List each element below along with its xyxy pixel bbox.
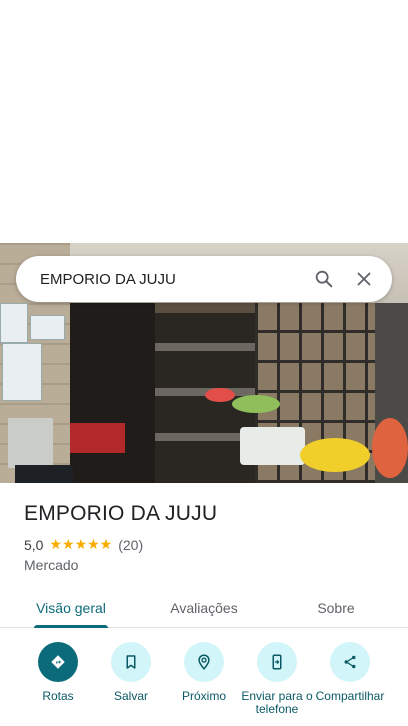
nearby-icon (184, 642, 224, 682)
place-category: Mercado (24, 557, 79, 573)
search-icon[interactable] (304, 259, 344, 299)
tab-active-indicator (34, 625, 108, 628)
photo-poster (0, 303, 28, 343)
photo-poster (30, 315, 65, 340)
send-to-phone-button[interactable]: Enviar para o telefone (239, 642, 315, 716)
directions-button[interactable]: Rotas (20, 642, 96, 703)
tab-about[interactable]: Sobre (296, 588, 376, 628)
photo-fruit (372, 418, 408, 478)
directions-label: Rotas (42, 689, 74, 703)
search-bar[interactable]: EMPORIO DA JUJU (16, 256, 392, 302)
photo-red-crates (70, 423, 125, 453)
place-title: EMPORIO DA JUJU (24, 502, 218, 525)
photo-fruit (205, 388, 235, 402)
share-button[interactable]: Compartilhar (312, 642, 388, 703)
close-icon[interactable] (344, 259, 384, 299)
photo-ac-unit (8, 418, 53, 468)
send-to-phone-icon (257, 642, 297, 682)
photo-door (70, 303, 155, 483)
rating-row[interactable]: 5,0 ★★★★★ (20) (24, 536, 143, 553)
photo-awning-edge (155, 303, 255, 313)
star-rating-icon: ★★★★★ (49, 536, 113, 552)
search-query[interactable]: EMPORIO DA JUJU (40, 271, 304, 288)
map-area[interactable] (0, 0, 408, 243)
save-label: Salvar (113, 689, 148, 703)
nearby-label: Próximo (181, 689, 226, 703)
send-to-phone-label: Enviar para o telefone (241, 689, 313, 716)
photo-sack (240, 427, 305, 465)
share-icon (330, 642, 370, 682)
action-bar: Rotas Salvar Próximo Enviar para o telef… (0, 642, 408, 726)
tab-bar: Visão geral Avaliações Sobre (0, 588, 408, 628)
directions-icon (38, 642, 78, 682)
tab-overview[interactable]: Visão geral (24, 588, 118, 628)
photo-shelf-row (155, 343, 255, 351)
photo-bin (15, 465, 73, 483)
nearby-button[interactable]: Próximo (166, 642, 242, 703)
photo-poster (2, 343, 42, 401)
review-count: (20) (118, 536, 144, 553)
photo-fruit (232, 395, 280, 413)
rating-value: 5,0 (24, 536, 44, 553)
share-label: Compartilhar (315, 689, 385, 703)
save-button[interactable]: Salvar (93, 642, 169, 703)
bookmark-icon (111, 642, 151, 682)
tab-reviews[interactable]: Avaliações (150, 588, 258, 628)
photo-bananas (300, 438, 370, 472)
